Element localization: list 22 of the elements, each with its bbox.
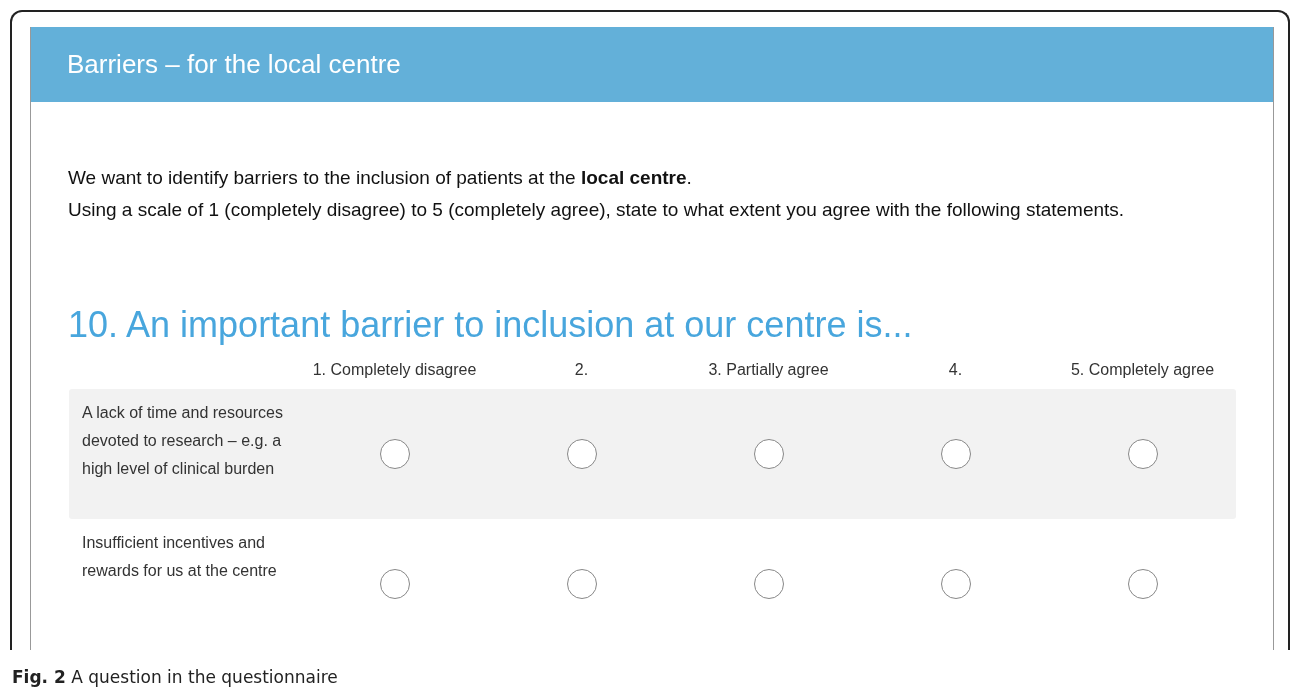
radio-button[interactable]: [940, 439, 971, 469]
statement-label: A lack of time and resources devoted to research – e.g. a high level of clinical burden: [81, 403, 284, 479]
question-title: 10. An important barrier to inclusion at our centre is...: [68, 303, 914, 347]
column-heading: 3. Partially agree: [707, 360, 830, 380]
radio-button[interactable]: [753, 439, 784, 469]
column-heading: 5. Completely agree: [1069, 360, 1216, 380]
radio-button[interactable]: [379, 569, 410, 599]
radio-button[interactable]: [1127, 569, 1158, 599]
radio-button[interactable]: [566, 439, 597, 469]
radio-button[interactable]: [1127, 439, 1158, 469]
intro-text: We want to identify barriers to the inclusion of patients at the local centre.: [68, 166, 693, 190]
radio-button[interactable]: [753, 569, 784, 599]
radio-button[interactable]: [566, 569, 597, 599]
column-heading: 1. Completely disagree: [311, 360, 478, 380]
radio-button[interactable]: [940, 569, 971, 599]
column-heading: 4.: [947, 360, 964, 380]
radio-button[interactable]: [379, 439, 410, 469]
figure-caption: Fig. 2 A question in the questionnaire: [11, 666, 339, 687]
column-heading: 2.: [573, 360, 590, 380]
section-title: Barriers – for the local centre: [67, 49, 401, 80]
intro-text: Using a scale of 1 (completely disagree) to 5 (completely agree), state to what extent you agree with the following statements.: [68, 198, 1126, 222]
statement-label: Insufficient incentives and rewards for us at the centre: [81, 533, 278, 581]
